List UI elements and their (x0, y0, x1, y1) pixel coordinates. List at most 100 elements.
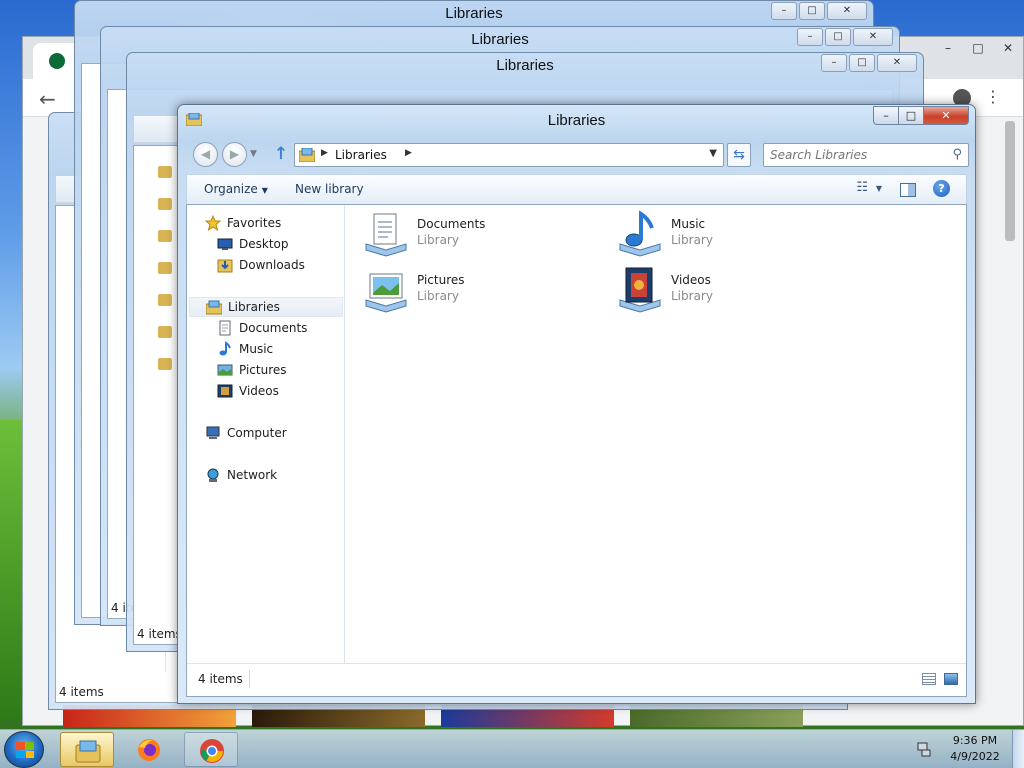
library-item-music[interactable]: Music Library (616, 210, 836, 260)
bg-caption-buttons: – □ ✕ (797, 28, 893, 46)
refresh-button[interactable]: ⇆ (727, 143, 751, 167)
minimize-button[interactable]: – (873, 106, 899, 125)
address-history-dropdown-icon[interactable]: ▼ (709, 148, 717, 159)
chrome-window-controls: – □ ✕ (933, 37, 1023, 59)
desktop-icon (217, 236, 233, 252)
taskbar-chrome-button[interactable] (184, 732, 238, 767)
address-bar[interactable]: ▶ Libraries ▶ ▼ (294, 143, 724, 167)
organize-dropdown-icon: ▼ (261, 186, 268, 195)
windows-logo-icon (16, 742, 34, 758)
videos-icon (217, 383, 233, 399)
nav-item-libraries[interactable]: Libraries (189, 297, 343, 317)
nav-label: Network (227, 468, 278, 482)
bg-minimize-button[interactable]: – (797, 28, 823, 46)
library-item-videos[interactable]: Videos Library (616, 266, 836, 316)
chrome-minimize-button[interactable]: – (933, 37, 963, 59)
navigation-pane[interactable]: Favorites Desktop Downloads Libraries Do… (187, 205, 345, 663)
chrome-back-arrow-icon[interactable]: ← (39, 87, 56, 111)
chrome-maximize-button[interactable]: □ (963, 37, 993, 59)
item-name: Documents (417, 217, 486, 231)
breadcrumb-libraries[interactable]: Libraries (335, 148, 387, 162)
taskbar-firefox-button[interactable] (122, 732, 176, 767)
pictures-icon (217, 362, 233, 378)
organize-button[interactable]: Organize ▼ (204, 182, 268, 196)
bg-minimize-button[interactable]: – (771, 2, 797, 20)
bg-maximize-button[interactable]: □ (799, 2, 825, 20)
back-button[interactable]: ◀ (193, 142, 218, 167)
network-tray-icon[interactable] (916, 741, 932, 757)
forward-button[interactable]: ▶ (222, 142, 247, 167)
chrome-close-button[interactable]: ✕ (993, 37, 1023, 59)
nav-item-pictures[interactable]: Pictures (217, 360, 287, 380)
address-libraries-icon (299, 148, 315, 162)
nav-label: Computer (227, 426, 287, 440)
bg-caption-buttons: – □ ✕ (821, 54, 917, 72)
explorer-window-libraries[interactable]: Libraries – □ ✕ ◀ ▶ ▼ ↑ ▶ Libraries ▶ ▼ … (177, 104, 976, 704)
close-button[interactable]: ✕ (924, 106, 969, 125)
bg-window-title: Libraries (445, 5, 503, 22)
clock-date[interactable]: 4/9/2022 (940, 750, 1010, 763)
item-type: Library (417, 233, 459, 247)
music-note-icon (217, 341, 233, 357)
show-desktop-button[interactable] (1012, 730, 1024, 768)
clock-time[interactable]: 9:36 PM (940, 734, 1010, 747)
nav-item-favorites[interactable]: Favorites (204, 213, 281, 233)
system-tray: 9:36 PM 4/9/2022 (914, 730, 1024, 768)
item-type: Library (671, 289, 713, 303)
maximize-button[interactable]: □ (899, 106, 924, 125)
nav-item-computer[interactable]: Computer (205, 423, 287, 443)
item-name: Videos (671, 273, 711, 287)
preview-pane-icon[interactable] (900, 183, 916, 197)
recent-pages-dropdown-icon[interactable]: ▼ (250, 149, 257, 159)
navigation-row: ◀ ▶ ▼ ↑ ▶ Libraries ▶ ▼ ⇆ ⚲ (178, 140, 975, 170)
chrome-scrollbar-thumb[interactable] (1005, 121, 1015, 241)
change-view-icon[interactable]: ☷ (856, 180, 868, 195)
nav-item-videos[interactable]: Videos (217, 381, 279, 401)
bg-maximize-button[interactable]: □ (849, 54, 875, 72)
downloads-folder-icon (217, 257, 233, 273)
search-box[interactable]: ⚲ (763, 143, 969, 167)
nav-item-network[interactable]: Network (205, 465, 277, 485)
item-name: Pictures (417, 273, 465, 287)
nav-item-music[interactable]: Music (217, 339, 273, 359)
bg-close-button[interactable]: ✕ (853, 28, 893, 46)
caption-buttons: – □ ✕ (873, 106, 969, 125)
music-library-icon (619, 210, 661, 257)
large-icons-view-icon[interactable] (944, 673, 958, 685)
libraries-icon (205, 299, 223, 315)
breadcrumb-separator-icon[interactable]: ▶ (405, 148, 412, 158)
firefox-icon (138, 739, 160, 761)
details-view-icon[interactable] (922, 673, 936, 685)
content-pane[interactable]: Documents Library Music Library Pictures… (346, 205, 966, 663)
taskbar: 9:36 PM 4/9/2022 (0, 729, 1024, 768)
start-button[interactable] (4, 731, 44, 768)
nav-item-downloads[interactable]: Downloads (217, 255, 305, 275)
view-options-dropdown-icon[interactable]: ▼ (876, 184, 882, 193)
tab-favicon-icon (49, 53, 65, 69)
search-icon[interactable]: ⚲ (952, 147, 962, 162)
bg-close-button[interactable]: ✕ (877, 54, 917, 72)
nav-item-desktop[interactable]: Desktop (217, 234, 289, 254)
nav-label: Libraries (228, 300, 280, 314)
taskbar-explorer-button[interactable] (60, 732, 114, 767)
help-icon[interactable]: ? (933, 180, 950, 197)
up-one-level-icon[interactable]: ↑ (271, 145, 291, 165)
nav-label: Downloads (239, 258, 305, 272)
bg-window-title: Libraries (471, 31, 529, 48)
chrome-icon (200, 739, 224, 763)
nav-item-documents[interactable]: Documents (217, 318, 307, 338)
documents-icon (217, 320, 233, 336)
nav-label: Music (239, 342, 274, 356)
library-item-documents[interactable]: Documents Library (362, 210, 582, 260)
breadcrumb-separator-icon[interactable]: ▶ (321, 148, 328, 158)
search-input[interactable] (770, 147, 940, 163)
new-library-button[interactable]: New library (295, 182, 364, 196)
library-item-pictures[interactable]: Pictures Library (362, 266, 582, 316)
item-name: Music (671, 217, 706, 231)
bg-close-button[interactable]: ✕ (827, 2, 867, 20)
bg-maximize-button[interactable]: □ (825, 28, 851, 46)
chrome-menu-icon[interactable]: ⋮ (985, 87, 1001, 106)
bg-minimize-button[interactable]: – (821, 54, 847, 72)
explorer-icon (75, 740, 101, 763)
network-icon (205, 467, 221, 483)
